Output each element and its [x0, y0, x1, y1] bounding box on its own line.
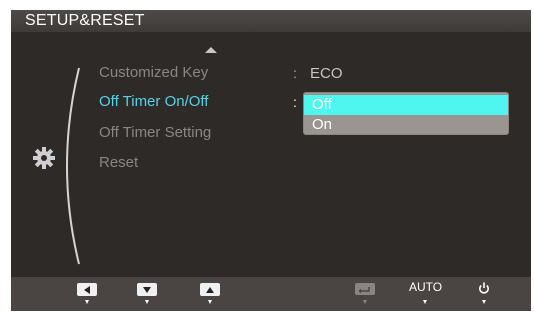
menu-arc-decoration: [66, 67, 80, 265]
off-timer-dropdown[interactable]: Off On: [303, 92, 509, 135]
up-arrow-icon: [206, 286, 214, 293]
menu-item-customized-key[interactable]: Customized Key: [99, 64, 208, 81]
menu-item-off-timer-on-off[interactable]: Off Timer On/Off: [99, 93, 208, 110]
down-button[interactable]: [137, 283, 157, 296]
button-indicator: [208, 300, 212, 304]
left-button[interactable]: [77, 283, 97, 296]
osd-window: SETUP&RESET Customized Key : ECO Off Tim…: [11, 10, 531, 311]
button-indicator: [363, 300, 367, 304]
enter-icon: [358, 287, 370, 294]
customized-key-value: ECO: [310, 65, 343, 82]
dropdown-option-on[interactable]: On: [304, 115, 508, 135]
menu-item-reset[interactable]: Reset: [99, 154, 138, 171]
auto-button[interactable]: AUTO: [409, 280, 442, 294]
menu-item-off-timer-setting[interactable]: Off Timer Setting: [99, 124, 211, 141]
dropdown-option-off[interactable]: Off: [304, 95, 508, 115]
button-indicator: [145, 300, 149, 304]
gear-icon: [33, 147, 55, 169]
scroll-up-icon[interactable]: [205, 47, 217, 53]
colon-separator: :: [293, 65, 297, 81]
left-arrow-icon: [84, 285, 90, 294]
button-indicator: [423, 300, 427, 304]
up-button[interactable]: [200, 283, 220, 296]
title-bar: SETUP&RESET: [11, 10, 531, 32]
menu-title: SETUP&RESET: [25, 12, 145, 29]
button-indicator: [85, 300, 89, 304]
button-guide-bar: AUTO: [11, 277, 531, 311]
down-arrow-icon: [143, 286, 151, 293]
power-icon[interactable]: [478, 282, 490, 295]
button-indicator: [482, 300, 486, 304]
enter-button[interactable]: [355, 283, 375, 295]
colon-separator: :: [293, 94, 297, 110]
